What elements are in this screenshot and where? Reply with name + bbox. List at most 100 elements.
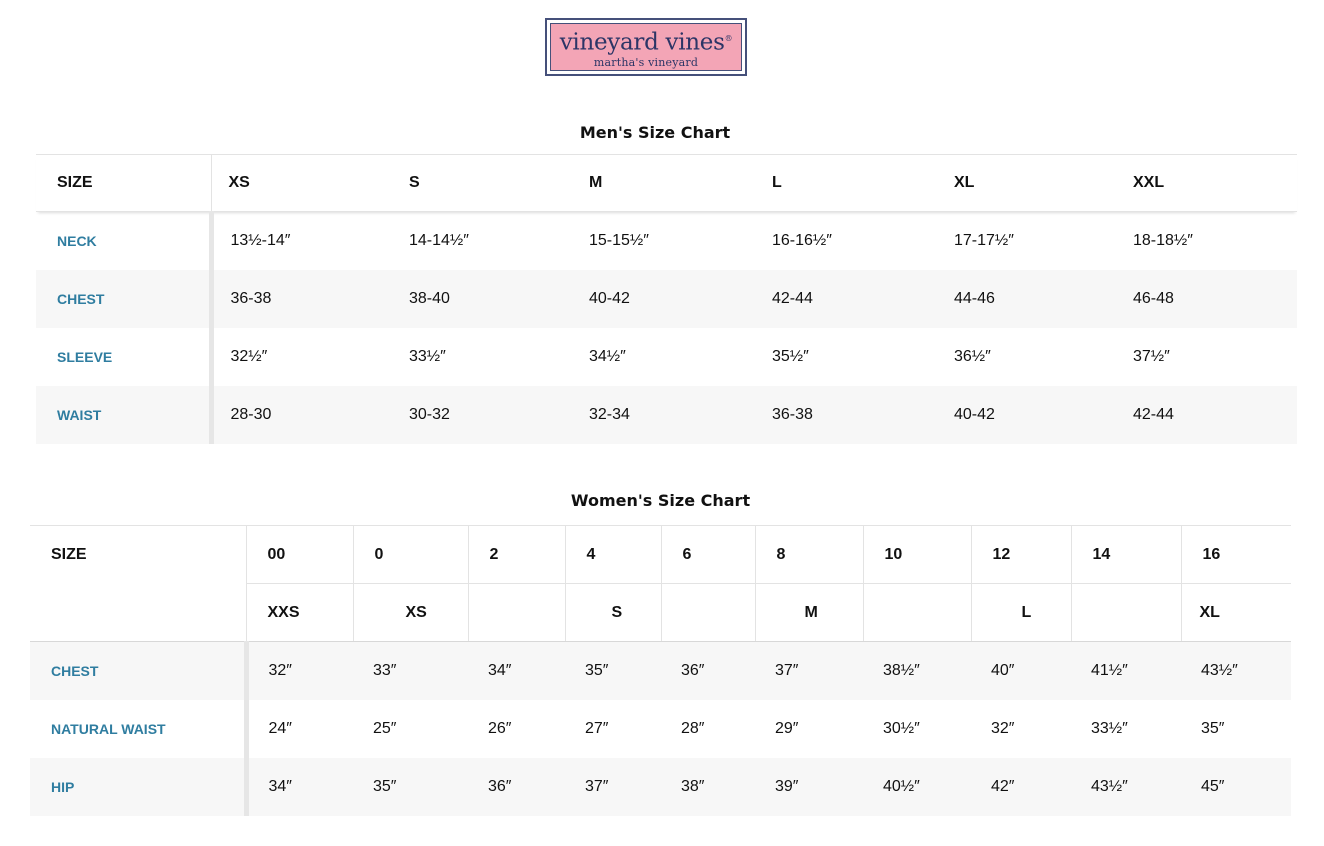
womens-size-0: 0 [352, 525, 468, 584]
womens-cell: 41½″ [1071, 641, 1181, 700]
mens-row-sleeve: SLEEVE 32½″ 33½″ 34½″ 35½″ 36½″ 37½″ [36, 328, 1297, 386]
womens-letter-size: XS [352, 583, 468, 642]
mens-cell: 36½″ [954, 348, 991, 365]
womens-size-16: 16 [1180, 525, 1291, 584]
mens-cell: 32-34 [572, 386, 755, 444]
womens-letter-size: S [564, 583, 661, 642]
womens-letter-size: L [970, 583, 1071, 642]
womens-cell: 36″ [661, 641, 755, 700]
mens-cell: 44-46 [937, 270, 1116, 328]
mens-cell: 18-18½″ [1133, 232, 1193, 249]
mens-row-label: NECK [36, 211, 214, 270]
womens-cell: 32″ [991, 720, 1015, 737]
mens-cell: 32½″ [230, 348, 268, 365]
mens-cell: 30-32 [392, 386, 572, 444]
womens-size-6: 6 [660, 525, 755, 584]
mens-header-row: SIZE XS S M L XL XXL [36, 154, 1297, 212]
mens-chart-title: Men's Size Chart [579, 123, 731, 142]
logo-brand-text: vineyard vines® [559, 29, 733, 56]
mens-cell: 36-38 [211, 270, 392, 328]
womens-row-label: CHEST [30, 641, 249, 700]
womens-row-hip: HIP 34″ 35″ 36″ 37″ 38″ 39″ 40½″ 42″ 43½… [30, 758, 1291, 816]
mens-cell: 38-40 [392, 270, 572, 328]
mens-row-label: CHEST [36, 270, 214, 328]
mens-cell: 42-44 [1116, 386, 1297, 444]
mens-cell: 40-42 [572, 270, 755, 328]
womens-cell: 30½″ [883, 720, 920, 737]
mens-row-waist: WAIST 28-30 30-32 32-34 36-38 40-42 42-4… [36, 386, 1297, 444]
womens-cell: 37″ [565, 758, 661, 816]
mens-cell: 42-44 [755, 270, 937, 328]
mens-cell: 28-30 [211, 386, 392, 444]
mens-cell: 46-48 [1116, 270, 1297, 328]
mens-size-m: M [572, 154, 755, 212]
mens-cell: 16-16½″ [772, 232, 832, 249]
mens-cell: 17-17½″ [954, 232, 1014, 249]
womens-size-2: 2 [467, 525, 565, 584]
mens-size-xl: XL [937, 154, 1116, 212]
womens-row-label: NATURAL WAIST [30, 700, 249, 758]
logo-badge: vineyard vines® martha's vineyard [550, 23, 742, 71]
mens-size-xxl: XXL [1116, 154, 1297, 212]
womens-cell: 38½″ [863, 641, 971, 700]
womens-cell: 33½″ [1091, 720, 1128, 737]
womens-cell: 26″ [488, 720, 512, 737]
womens-cell: 35″ [353, 758, 468, 816]
mens-row-neck: NECK 13½-14″ 14-14½″ 15-15½″ 16-16½″ 17-… [36, 211, 1297, 270]
womens-cell: 40½″ [863, 758, 971, 816]
womens-cell: 39″ [755, 758, 863, 816]
womens-letter-size [862, 583, 971, 642]
logo-location-text: martha's vineyard [593, 55, 699, 69]
womens-size-table: SIZE 00 0 2 4 6 8 10 12 14 16 XXS XS S M… [30, 525, 1291, 816]
womens-cell: 43½″ [1071, 758, 1181, 816]
mens-cell: 37½″ [1133, 348, 1170, 365]
womens-size-12: 12 [970, 525, 1071, 584]
womens-size-4: 4 [564, 525, 661, 584]
womens-cell: 35″ [565, 641, 661, 700]
womens-cell: 34″ [246, 758, 353, 816]
womens-cell: 32″ [246, 641, 353, 700]
mens-size-xs: XS [211, 154, 392, 212]
womens-size-00: 00 [245, 525, 353, 584]
mens-row-chest: CHEST 36-38 38-40 40-42 42-44 44-46 46-4… [36, 270, 1297, 328]
womens-row-chest: CHEST 32″ 33″ 34″ 35″ 36″ 37″ 38½″ 40″ 4… [30, 641, 1291, 700]
mens-size-l: L [755, 154, 937, 212]
mens-row-label: SLEEVE [36, 328, 214, 386]
womens-numeric-size-row: SIZE 00 0 2 4 6 8 10 12 14 16 [30, 525, 1291, 642]
mens-cell: 34½″ [589, 348, 626, 365]
mens-size-s: S [392, 154, 572, 212]
womens-cell: 28″ [681, 720, 705, 737]
mens-row-label: WAIST [36, 386, 214, 444]
mens-cell: 14-14½″ [409, 232, 469, 249]
womens-cell: 25″ [373, 720, 397, 737]
mens-cell: 40-42 [937, 386, 1116, 444]
mens-cell: 36-38 [755, 386, 937, 444]
womens-letter-size: M [754, 583, 863, 642]
mens-cell: 35½″ [772, 348, 809, 365]
womens-letter-size [660, 583, 755, 642]
womens-size-10: 10 [862, 525, 971, 584]
womens-cell: 36″ [468, 758, 565, 816]
womens-cell: 33″ [353, 641, 468, 700]
womens-cell: 24″ [268, 720, 292, 737]
womens-chart-title: Women's Size Chart [570, 491, 751, 510]
womens-letter-size: XXS [245, 583, 353, 642]
brand-logo: vineyard vines® martha's vineyard [545, 18, 747, 76]
womens-cell: 35″ [1201, 720, 1225, 737]
womens-cell: 45″ [1181, 758, 1291, 816]
womens-letter-size [1070, 583, 1181, 642]
womens-row-natural-waist: NATURAL WAIST 24″ 25″ 26″ 27″ 28″ 29″ 30… [30, 700, 1291, 758]
womens-letter-size [467, 583, 565, 642]
womens-size-8: 8 [754, 525, 863, 584]
womens-size-14: 14 [1070, 525, 1181, 584]
womens-letter-size: XL [1180, 583, 1291, 642]
womens-row-label: HIP [30, 758, 249, 816]
mens-size-header: SIZE [36, 154, 212, 212]
womens-cell: 34″ [468, 641, 565, 700]
womens-cell: 43½″ [1181, 641, 1291, 700]
mens-size-table: SIZE XS S M L XL XXL NECK 13½-14″ 14-14½… [36, 154, 1297, 444]
womens-cell: 40″ [971, 641, 1071, 700]
womens-cell: 38″ [661, 758, 755, 816]
mens-cell: 33½″ [409, 348, 446, 365]
mens-cell: 13½-14″ [230, 232, 291, 249]
